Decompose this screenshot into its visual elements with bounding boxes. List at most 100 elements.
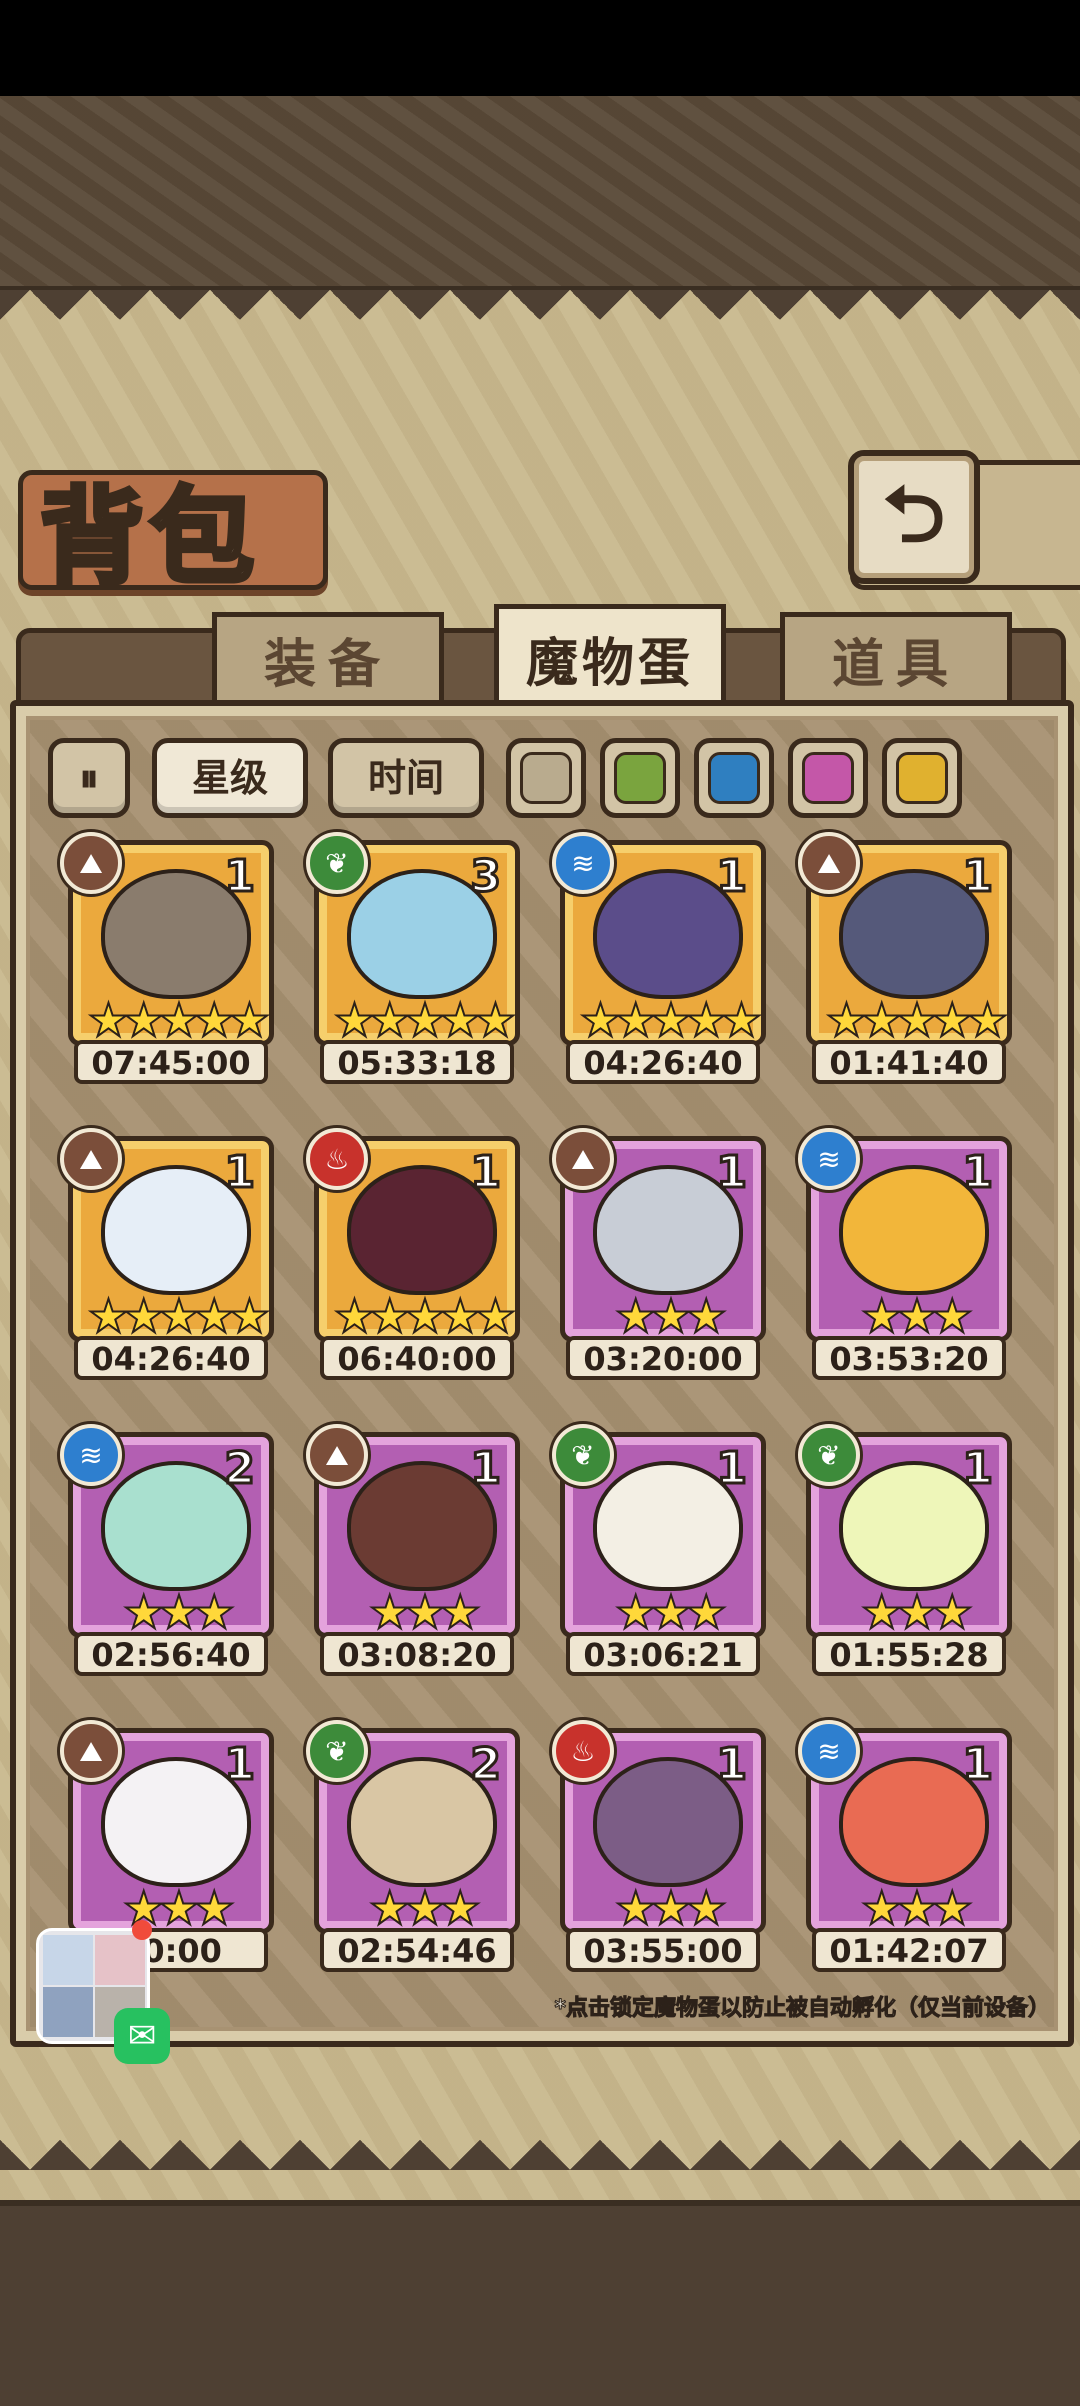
- rarity-gray-swatch: [520, 752, 572, 804]
- egg-slot[interactable]: 1 ★★★ ≋ 03:53:20: [798, 1128, 1012, 1380]
- star-rating: ★★★: [122, 1881, 236, 1935]
- egg-count: 1: [715, 1442, 749, 1496]
- collapse-button[interactable]: ⏸: [48, 738, 130, 818]
- star-rating: ★★★★★: [87, 993, 271, 1047]
- element-grass-icon: ❦: [798, 1424, 860, 1486]
- thumbnail-tile: [43, 1935, 93, 1985]
- map-background-top: [0, 96, 1080, 292]
- element-grass-icon: ❦: [552, 1424, 614, 1486]
- egg-slot[interactable]: 1 ★★★★★ ⛰ 01:41:40: [798, 832, 1012, 1084]
- star-rating: ★★★: [368, 1585, 482, 1639]
- egg-slot[interactable]: 2 ★★★ ❦ 02:54:46: [306, 1720, 520, 1972]
- map-background-bottom: [0, 2200, 1080, 2406]
- egg-count: 1: [223, 1738, 257, 1792]
- filter-rarity-green[interactable]: [600, 738, 680, 818]
- element-water-icon: ≋: [60, 1424, 122, 1486]
- back-arrow-icon: ⮌: [882, 470, 946, 560]
- page-title: 背包: [37, 473, 261, 601]
- rarity-gold-swatch: [896, 752, 948, 804]
- element-water-icon: ≋: [552, 832, 614, 894]
- star-rating: ★★★: [614, 1585, 728, 1639]
- panel-zigzag-top: [0, 290, 1080, 350]
- egg-count: 3: [469, 850, 503, 904]
- element-fire-icon: ♨: [552, 1720, 614, 1782]
- star-rating: ★★★: [614, 1881, 728, 1935]
- status-bar: [0, 0, 1080, 96]
- hatch-timer: 02:56:40: [74, 1632, 268, 1676]
- hatch-timer: 04:26:40: [74, 1336, 268, 1380]
- egg-slot[interactable]: 1 ★★★ ⛰ 03:20:00: [552, 1128, 766, 1380]
- wechat-icon[interactable]: ✉: [114, 2008, 170, 2064]
- egg-count: 1: [469, 1146, 503, 1200]
- rarity-blue-swatch: [708, 752, 760, 804]
- sort-by-star-button[interactable]: 星级: [152, 738, 308, 818]
- egg-count: 2: [223, 1442, 257, 1496]
- filter-rarity-gray[interactable]: [506, 738, 586, 818]
- star-rating: ★★★★★: [825, 993, 1009, 1047]
- star-rating: ★★★: [122, 1585, 236, 1639]
- hatch-timer: 03:20:00: [566, 1336, 760, 1380]
- egg-slot[interactable]: 1 ★★★★★ ⛰ 07:45:00: [60, 832, 274, 1084]
- egg-count: 1: [469, 1442, 503, 1496]
- element-fire-icon: ♨: [306, 1128, 368, 1190]
- egg-count: 1: [961, 1738, 995, 1792]
- hatch-timer: 03:08:20: [320, 1632, 514, 1676]
- rarity-purple-swatch: [802, 752, 854, 804]
- hatch-timer: 03:53:20: [812, 1336, 1006, 1380]
- notification-dot: [132, 1920, 152, 1940]
- egg-count: 1: [961, 1442, 995, 1496]
- hatch-timer: 06:40:00: [320, 1336, 514, 1380]
- filter-rarity-gold[interactable]: [882, 738, 962, 818]
- star-rating: ★★★★★: [333, 993, 517, 1047]
- element-earth-icon: ⛰: [306, 1424, 368, 1486]
- sort-by-time-button[interactable]: 时间: [328, 738, 484, 818]
- egg-slot[interactable]: 1 ★★★ ♨ 03:55:00: [552, 1720, 766, 1972]
- egg-count: 1: [223, 1146, 257, 1200]
- rarity-green-swatch: [614, 752, 666, 804]
- hatch-timer: 01:42:07: [812, 1928, 1006, 1972]
- egg-slot[interactable]: 1 ★★★ ❦ 01:55:28: [798, 1424, 1012, 1676]
- hatch-timer: 01:55:28: [812, 1632, 1006, 1676]
- hatch-timer: 03:55:00: [566, 1928, 760, 1972]
- egg-count: 1: [715, 1738, 749, 1792]
- back-button[interactable]: ⮌: [848, 450, 980, 584]
- star-rating: ★★★: [614, 1289, 728, 1343]
- element-earth-icon: ⛰: [60, 832, 122, 894]
- panel-zigzag-bottom: [0, 2140, 1080, 2200]
- star-rating: ★★★: [860, 1289, 974, 1343]
- tab-equipment[interactable]: 装备: [212, 612, 444, 713]
- star-rating: ★★★: [860, 1585, 974, 1639]
- filter-rarity-purple[interactable]: [788, 738, 868, 818]
- hatch-timer: 02:54:46: [320, 1928, 514, 1972]
- egg-count: 1: [715, 850, 749, 904]
- egg-count: 1: [961, 850, 995, 904]
- egg-slot[interactable]: 3 ★★★★★ ❦ 05:33:18: [306, 832, 520, 1084]
- tab-items[interactable]: 道具: [780, 612, 1012, 713]
- hatch-timer: 07:45:00: [74, 1040, 268, 1084]
- egg-slot[interactable]: 1 ★★★★★ ≋ 04:26:40: [552, 832, 766, 1084]
- egg-slot[interactable]: 1 ★★★ ❦ 03:06:21: [552, 1424, 766, 1676]
- egg-count: 1: [223, 850, 257, 904]
- egg-slot[interactable]: 1 ★★★ ⛰ 03:08:20: [306, 1424, 520, 1676]
- egg-slot[interactable]: 1 ★★★★★ ♨ 06:40:00: [306, 1128, 520, 1380]
- star-rating: ★★★★★: [579, 993, 763, 1047]
- collapse-icon: ⏸: [79, 756, 99, 800]
- element-water-icon: ≋: [798, 1720, 860, 1782]
- egg-count: 1: [961, 1146, 995, 1200]
- element-earth-icon: ⛰: [60, 1128, 122, 1190]
- star-rating: ★★★★★: [87, 1289, 271, 1343]
- thumbnail-tile: [43, 1987, 93, 2037]
- element-earth-icon: ⛰: [552, 1128, 614, 1190]
- egg-slot[interactable]: 1 ★★★ ≋ 01:42:07: [798, 1720, 1012, 1972]
- egg-slot[interactable]: 1 ★★★★★ ⛰ 04:26:40: [60, 1128, 274, 1380]
- thumbnail-tile: [95, 1935, 145, 1985]
- element-grass-icon: ❦: [306, 1720, 368, 1782]
- element-earth-icon: ⛰: [60, 1720, 122, 1782]
- egg-count: 1: [715, 1146, 749, 1200]
- egg-slot[interactable]: 2 ★★★ ≋ 02:56:40: [60, 1424, 274, 1676]
- egg-count: 2: [469, 1738, 503, 1792]
- filter-rarity-blue[interactable]: [694, 738, 774, 818]
- hatch-timer: 04:26:40: [566, 1040, 760, 1084]
- element-water-icon: ≋: [798, 1128, 860, 1190]
- element-earth-icon: ⛰: [798, 832, 860, 894]
